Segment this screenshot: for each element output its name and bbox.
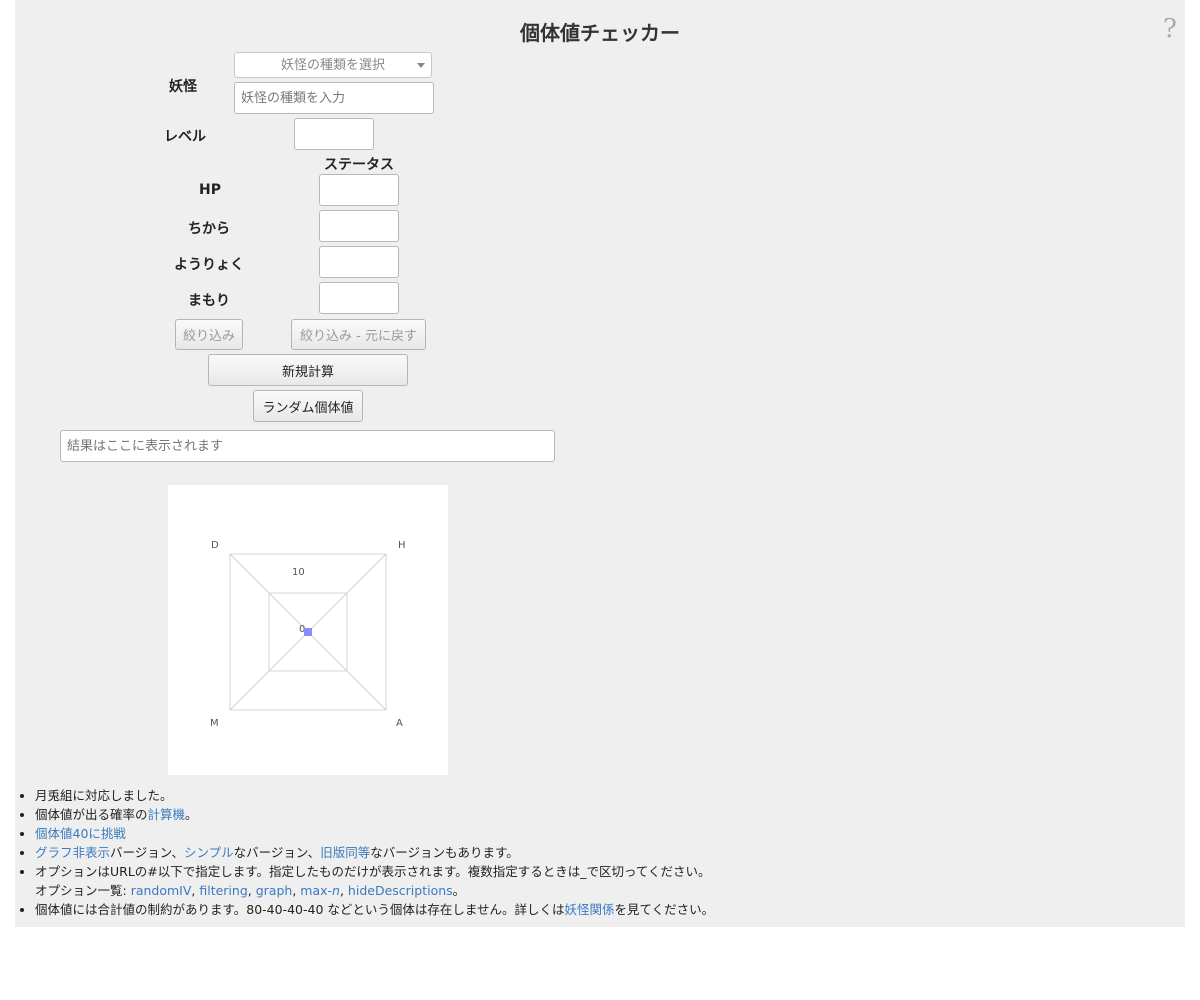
list-item: 個体値が出る確率の計算機。 bbox=[35, 805, 1135, 824]
help-icon[interactable]: ? bbox=[1163, 14, 1177, 44]
yokai-label: 妖怪 bbox=[169, 79, 197, 95]
strength-input[interactable] bbox=[319, 210, 399, 242]
list-item: オプションはURLの#以下で指定します。指定したものだけが表示されます。複数指定… bbox=[35, 862, 1135, 900]
axis-label-d: D bbox=[211, 540, 219, 551]
axis-label-h: H bbox=[398, 540, 406, 551]
iv-data-point bbox=[304, 628, 312, 636]
hp-label: HP bbox=[199, 182, 221, 198]
ring-label-10: 10 bbox=[292, 567, 305, 578]
strength-label: ちから bbox=[188, 221, 230, 237]
simple-version-link[interactable]: シンプル bbox=[184, 845, 234, 860]
result-field[interactable] bbox=[60, 430, 555, 462]
filter-button[interactable]: 絞り込み bbox=[175, 319, 243, 350]
defense-label: まもり bbox=[188, 293, 230, 309]
iv-graph: H A M D 10 0 bbox=[168, 485, 448, 775]
option-randomiv-link[interactable]: randomIV bbox=[131, 883, 192, 898]
list-item: 個体値40に挑戦 bbox=[35, 824, 1135, 843]
spirit-label: ようりょく bbox=[174, 257, 244, 273]
defense-input[interactable] bbox=[319, 282, 399, 314]
no-graph-version-link[interactable]: グラフ非表示 bbox=[35, 845, 110, 860]
species-select-value: 妖怪の種類を選択 bbox=[280, 58, 385, 73]
hp-input[interactable] bbox=[319, 174, 399, 206]
legacy-version-link[interactable]: 旧版同等 bbox=[320, 845, 370, 860]
option-hidedescriptions-link[interactable]: hideDescriptions bbox=[348, 883, 453, 898]
species-select[interactable]: 妖怪の種類を選択 bbox=[234, 52, 432, 78]
chevron-down-icon bbox=[417, 63, 425, 68]
yokai-relations-link[interactable]: 妖怪関係 bbox=[565, 902, 615, 917]
random-iv-button[interactable]: ランダム個体値 bbox=[253, 390, 363, 422]
level-label: レベル bbox=[164, 129, 206, 145]
notes-list: 月兎組に対応しました。 個体値が出る確率の計算機。 個体値40に挑戦 グラフ非表… bbox=[15, 786, 1135, 919]
level-input[interactable] bbox=[294, 118, 374, 150]
iv-graph-svg: H A M D 10 0 bbox=[210, 540, 406, 729]
list-item: グラフ非表示バージョン、シンプルなバージョン、旧版同等なバージョンもあります。 bbox=[35, 843, 1135, 862]
challenge-40-link[interactable]: 個体値40に挑戦 bbox=[35, 826, 126, 841]
axis-label-a: A bbox=[396, 718, 403, 729]
option-filtering-link[interactable]: filtering bbox=[199, 883, 247, 898]
option-max-n-link[interactable]: max-n bbox=[300, 883, 340, 898]
axis-label-m: M bbox=[210, 718, 219, 729]
list-item: 個体値には合計値の制約があります。80-40-40-40 などという個体は存在し… bbox=[35, 900, 1135, 919]
filter-undo-button[interactable]: 絞り込み - 元に戻す bbox=[291, 319, 426, 350]
calculator-link[interactable]: 計算機 bbox=[148, 807, 186, 822]
species-input[interactable] bbox=[234, 82, 434, 114]
status-heading: ステータス bbox=[324, 157, 394, 173]
page-title: 個体値チェッカー bbox=[520, 21, 680, 45]
spirit-input[interactable] bbox=[319, 246, 399, 278]
new-calc-button[interactable]: 新規計算 bbox=[208, 354, 408, 386]
option-graph-link[interactable]: graph bbox=[256, 883, 293, 898]
list-item: 月兎組に対応しました。 bbox=[35, 786, 1135, 805]
